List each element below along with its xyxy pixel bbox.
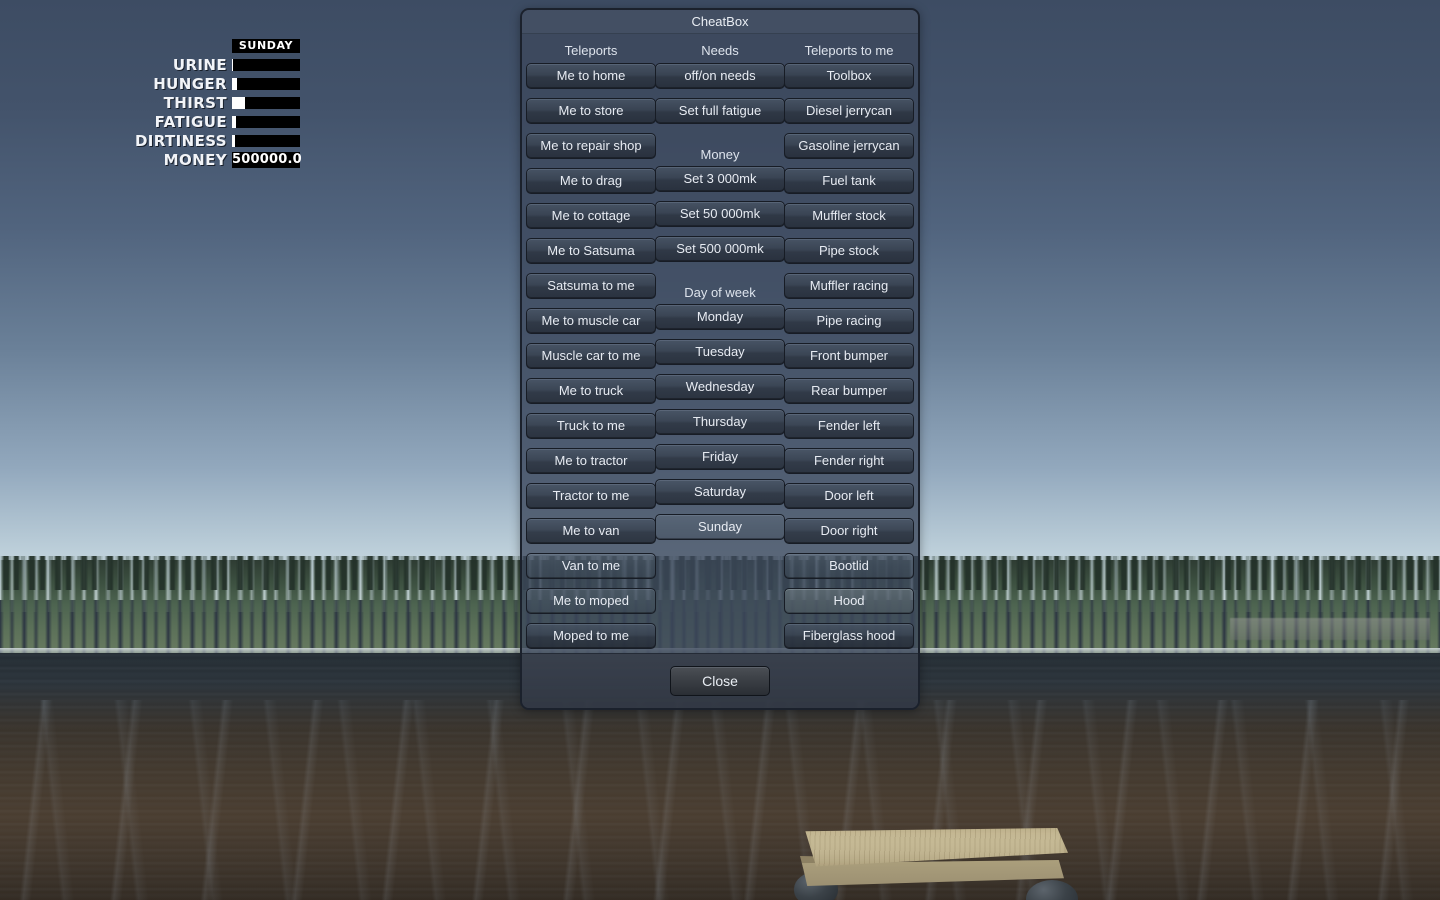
cheat-button-tractor-to-me[interactable]: Tractor to me — [526, 483, 656, 509]
player-status-hud: SUNDAY URINE HUNGER THIRST FATIGUE DIRTINESS… — [135, 36, 302, 169]
cheat-button-moped-to-me[interactable]: Moped to me — [526, 623, 656, 649]
cheat-button-rear-bumper[interactable]: Rear bumper — [784, 378, 914, 404]
money-section-header: Money — [700, 147, 740, 162]
cheat-button-fender-left[interactable]: Fender left — [784, 413, 914, 439]
wooden-raft — [778, 828, 1090, 900]
hud-stat-bar — [232, 77, 300, 90]
day-button-list: Monday Tuesday Wednesday Thursday Friday Satu… — [655, 304, 785, 549]
cheat-button-pipe-racing[interactable]: Pipe racing — [784, 308, 914, 334]
cheat-button-door-left[interactable]: Door left — [784, 483, 914, 509]
cheat-button-wednesday[interactable]: Wednesday — [655, 374, 785, 400]
cheat-button-me-to-tractor[interactable]: Me to tractor — [526, 448, 656, 474]
column-needs: Needs off/on needs Set full fatigue Money… — [655, 38, 785, 549]
cheat-button-me-to-drag[interactable]: Me to drag — [526, 168, 656, 194]
hud-stat-row: URINE — [150, 55, 300, 74]
cheat-button-hood[interactable]: Hood — [784, 588, 914, 614]
close-button[interactable]: Close — [670, 666, 770, 696]
cheat-button-tuesday[interactable]: Tuesday — [655, 339, 785, 365]
cheat-button-set-full-fatigue[interactable]: Set full fatigue — [655, 98, 785, 124]
cheat-button-sunday[interactable]: Sunday — [655, 514, 785, 540]
hud-stat-label: URINE — [172, 55, 227, 74]
hud-stat-row: THIRST — [150, 93, 300, 112]
cheat-button-set-50-000mk[interactable]: Set 50 000mk — [655, 201, 785, 227]
hud-stat-bar — [232, 115, 300, 128]
cheat-button-door-right[interactable]: Door right — [784, 518, 914, 544]
hud-stat-list: URINE HUNGER THIRST FATIGUE DIRTINESS — [135, 55, 300, 150]
hud-money-label: MONEY — [163, 150, 227, 169]
day-section-header: Day of week — [684, 285, 756, 300]
raft-barrel-right — [1026, 880, 1078, 900]
cheat-button-me-to-satsuma[interactable]: Me to Satsuma — [526, 238, 656, 264]
hud-stat-label: DIRTINESS — [134, 131, 227, 150]
hud-day-value: SUNDAY — [232, 38, 300, 53]
needs-button-list: off/on needs Set full fatigue — [655, 63, 785, 133]
cheat-button-truck-to-me[interactable]: Truck to me — [526, 413, 656, 439]
hud-stat-bar-fill — [232, 134, 236, 147]
cheat-button-satsuma-to-me[interactable]: Satsuma to me — [526, 273, 656, 299]
hud-stat-label: THIRST — [163, 93, 227, 112]
hud-stat-row: HUNGER — [150, 74, 300, 93]
hud-day-row: SUNDAY — [150, 36, 300, 55]
cheat-button-muscle-car-to-me[interactable]: Muscle car to me — [526, 343, 656, 369]
cheatbox-footer: Close — [522, 653, 918, 708]
cheat-button-thursday[interactable]: Thursday — [655, 409, 785, 435]
hud-stat-label: FATIGUE — [154, 112, 227, 131]
column-teleports-header: Teleports — [564, 43, 618, 58]
cheatbox-title: CheatBox — [691, 14, 749, 29]
hud-stat-bar-fill — [232, 58, 234, 71]
teleports-to-me-button-list: Toolbox Diesel jerrycan Gasoline jerrycan F… — [784, 63, 914, 658]
hud-money-row: MONEY 500000.0 — [150, 150, 302, 169]
column-teleports-to-me-header: Teleports to me — [804, 43, 894, 58]
cheat-button-set-3-000mk[interactable]: Set 3 000mk — [655, 166, 785, 192]
hud-stat-bar-fill — [232, 115, 237, 128]
hud-stat-bar-fill — [232, 77, 237, 90]
cheat-button-muffler-racing[interactable]: Muffler racing — [784, 273, 914, 299]
cheatbox-titlebar: CheatBox — [522, 10, 918, 34]
cheat-button-fiberglass-hood[interactable]: Fiberglass hood — [784, 623, 914, 649]
column-teleports-to-me: Teleports to me Toolbox Diesel jerrycan Ga… — [784, 38, 914, 658]
cheat-button-me-to-truck[interactable]: Me to truck — [526, 378, 656, 404]
cheat-button-me-to-home[interactable]: Me to home — [526, 63, 656, 89]
column-needs-header: Needs — [701, 43, 739, 58]
cheat-button-pipe-stock[interactable]: Pipe stock — [784, 238, 914, 264]
cheat-button-fuel-tank[interactable]: Fuel tank — [784, 168, 914, 194]
cheat-button-monday[interactable]: Monday — [655, 304, 785, 330]
cheat-button-off-on-needs[interactable]: off/on needs — [655, 63, 785, 89]
cheat-button-muffler-stock[interactable]: Muffler stock — [784, 203, 914, 229]
cheat-button-van-to-me[interactable]: Van to me — [526, 553, 656, 579]
hud-stat-bar-fill — [232, 96, 245, 109]
hud-stat-bar — [232, 96, 300, 109]
far-shore-structure — [1230, 618, 1430, 640]
hud-stat-row: FATIGUE — [150, 112, 300, 131]
cheat-button-toolbox[interactable]: Toolbox — [784, 63, 914, 89]
cheat-button-me-to-muscle-car[interactable]: Me to muscle car — [526, 308, 656, 334]
cheat-button-me-to-moped[interactable]: Me to moped — [526, 588, 656, 614]
teleports-button-list: Me to home Me to store Me to repair shop Me… — [526, 63, 656, 658]
hud-stat-bar — [232, 58, 300, 71]
column-teleports: Teleports Me to home Me to store Me to rep… — [526, 38, 656, 658]
cheat-button-me-to-repair-shop[interactable]: Me to repair shop — [526, 133, 656, 159]
cheat-button-gasoline-jerrycan[interactable]: Gasoline jerrycan — [784, 133, 914, 159]
hud-stat-label: HUNGER — [153, 74, 227, 93]
cheat-button-diesel-jerrycan[interactable]: Diesel jerrycan — [784, 98, 914, 124]
hud-stat-bar — [232, 134, 300, 147]
cheat-button-me-to-cottage[interactable]: Me to cottage — [526, 203, 656, 229]
water-glints — [0, 700, 1440, 900]
cheat-button-set-500-000mk[interactable]: Set 500 000mk — [655, 236, 785, 262]
cheat-button-saturday[interactable]: Saturday — [655, 479, 785, 505]
hud-stat-row: DIRTINESS — [135, 131, 300, 150]
cheat-button-fender-right[interactable]: Fender right — [784, 448, 914, 474]
hud-money-value: 500000.0 — [232, 151, 302, 168]
cheat-button-front-bumper[interactable]: Front bumper — [784, 343, 914, 369]
cheat-button-friday[interactable]: Friday — [655, 444, 785, 470]
cheatbox-body: Teleports Me to home Me to store Me to rep… — [522, 34, 918, 679]
money-button-list: Set 3 000mk Set 50 000mk Set 500 000mk — [655, 166, 785, 271]
cheatbox-window: CheatBox Teleports Me to home Me to store… — [520, 8, 920, 710]
game-scene: SUNDAY URINE HUNGER THIRST FATIGUE DIRTINESS… — [0, 0, 1440, 900]
cheat-button-bootlid[interactable]: Bootlid — [784, 553, 914, 579]
cheat-button-me-to-store[interactable]: Me to store — [526, 98, 656, 124]
cheat-button-me-to-van[interactable]: Me to van — [526, 518, 656, 544]
